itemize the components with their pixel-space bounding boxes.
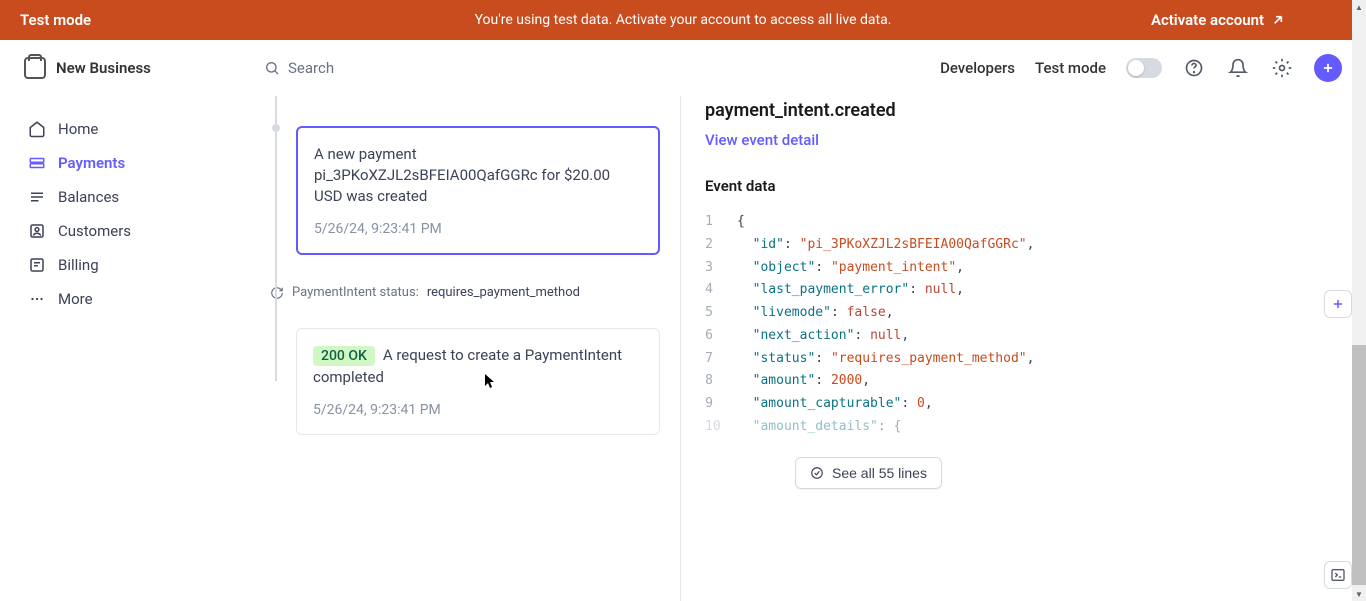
- request-card[interactable]: 200 OKA request to create a PaymentInten…: [296, 328, 660, 435]
- line-number: 5: [705, 302, 737, 325]
- test-mode-label: Test mode: [1035, 59, 1106, 77]
- sidebar-item-payments[interactable]: Payments: [20, 146, 250, 180]
- content: A new payment pi_3PKoXZJL2sBFEIA00QafGGR…: [250, 96, 1366, 601]
- timeline-line: [275, 96, 277, 381]
- see-all-lines-button[interactable]: See all 55 lines: [795, 457, 942, 489]
- sidebar-item-balances[interactable]: Balances: [20, 180, 250, 214]
- sidebar: Home Payments Balances Customers Billing…: [0, 96, 250, 601]
- sidebar-item-home[interactable]: Home: [20, 112, 250, 146]
- sidebar-item-label: More: [58, 290, 93, 308]
- search-icon: [264, 60, 280, 76]
- sidebar-item-more[interactable]: More: [20, 282, 250, 316]
- floating-terminal-button[interactable]: [1324, 561, 1352, 589]
- help-icon[interactable]: [1182, 56, 1206, 80]
- event-data-heading: Event data: [705, 177, 1326, 195]
- plus-icon: [1321, 61, 1335, 75]
- banner-left-label: Test mode: [20, 11, 91, 29]
- test-mode-banner: Test mode You're using test data. Activa…: [0, 0, 1366, 40]
- vertical-scrollbar[interactable]: ▲ ▼: [1352, 0, 1366, 601]
- search-input[interactable]: Search: [264, 59, 920, 77]
- store-icon: [24, 57, 46, 79]
- sidebar-item-customers[interactable]: Customers: [20, 214, 250, 248]
- sidebar-item-label: Payments: [58, 154, 125, 172]
- line-number: 6: [705, 325, 737, 348]
- test-mode-toggle[interactable]: [1126, 58, 1162, 78]
- settings-icon[interactable]: [1270, 56, 1294, 80]
- timeline-dot: [272, 124, 280, 132]
- view-event-detail-link[interactable]: View event detail: [705, 131, 1326, 149]
- developers-link[interactable]: Developers: [940, 59, 1015, 77]
- search-placeholder: Search: [288, 59, 334, 77]
- activate-account-label: Activate account: [1151, 11, 1264, 29]
- event-card-payment-created[interactable]: A new payment pi_3PKoXZJL2sBFEIA00QafGGR…: [296, 126, 660, 255]
- home-icon: [28, 120, 46, 138]
- line-number: 2: [705, 234, 737, 257]
- request-timestamp: 5/26/24, 9:23:41 PM: [313, 402, 643, 418]
- request-title: 200 OKA request to create a PaymentInten…: [313, 345, 643, 388]
- business-selector[interactable]: New Business: [24, 57, 244, 79]
- status-value: requires_payment_method: [427, 285, 580, 300]
- floating-add-button[interactable]: [1324, 290, 1352, 318]
- status-badge: 200 OK: [313, 346, 375, 366]
- sidebar-item-billing[interactable]: Billing: [20, 248, 250, 282]
- line-number: 7: [705, 348, 737, 371]
- expand-icon: [810, 466, 824, 480]
- topbar: New Business Search Developers Test mode: [0, 40, 1366, 96]
- see-all-label: See all 55 lines: [832, 465, 927, 481]
- refresh-icon: [270, 286, 284, 300]
- line-number: 9: [705, 393, 737, 416]
- notifications-icon[interactable]: [1226, 56, 1250, 80]
- event-timestamp: 5/26/24, 9:23:41 PM: [314, 221, 642, 237]
- payment-intent-status-row: PaymentIntent status: requires_payment_m…: [270, 285, 660, 300]
- business-name: New Business: [56, 59, 151, 77]
- balances-icon: [28, 188, 46, 206]
- sidebar-item-label: Home: [58, 120, 98, 138]
- terminal-icon: [1330, 567, 1346, 583]
- activate-account-link[interactable]: Activate account: [1151, 11, 1346, 29]
- event-title: A new payment pi_3PKoXZJL2sBFEIA00QafGGR…: [314, 144, 642, 207]
- payments-icon: [28, 154, 46, 172]
- line-number: 10: [705, 416, 737, 439]
- detail-column: payment_intent.created View event detail…: [680, 96, 1366, 601]
- line-number: 1: [705, 211, 737, 234]
- sidebar-item-label: Customers: [58, 222, 131, 240]
- sidebar-item-label: Balances: [58, 188, 119, 206]
- timeline-column: A new payment pi_3PKoXZJL2sBFEIA00QafGGR…: [270, 96, 680, 601]
- scroll-up-button[interactable]: ▲: [1352, 0, 1366, 14]
- main-area: Home Payments Balances Customers Billing…: [0, 96, 1366, 601]
- scroll-thumb[interactable]: [1352, 345, 1366, 585]
- plus-icon: [1331, 297, 1345, 311]
- event-data-code: 1{ 2 "id": "pi_3PKoXZJL2sBFEIA00QafGGRc"…: [705, 211, 1326, 439]
- status-label: PaymentIntent status:: [292, 285, 419, 300]
- line-number: 4: [705, 279, 737, 302]
- create-button[interactable]: [1314, 54, 1342, 82]
- scroll-down-button[interactable]: ▼: [1352, 587, 1366, 601]
- more-icon: [28, 290, 46, 308]
- customers-icon: [28, 222, 46, 240]
- banner-center-text: You're using test data. Activate your ac…: [475, 12, 892, 28]
- sidebar-item-label: Billing: [58, 256, 99, 274]
- billing-icon: [28, 256, 46, 274]
- event-type-name: payment_intent.created: [705, 100, 1326, 121]
- line-number: 8: [705, 370, 737, 393]
- external-link-icon: [1270, 12, 1286, 28]
- topbar-right: Developers Test mode: [940, 54, 1342, 82]
- line-number: 3: [705, 257, 737, 280]
